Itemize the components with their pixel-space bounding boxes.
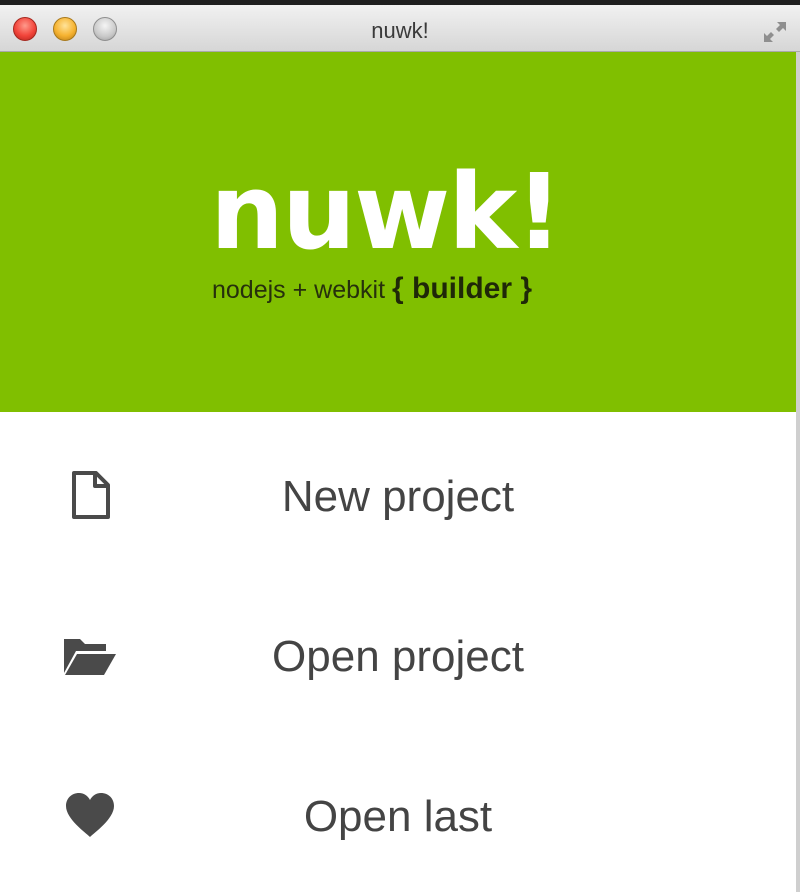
open-project-label: Open project	[272, 632, 524, 681]
window-edge	[796, 52, 800, 892]
fullscreen-icon[interactable]	[760, 18, 790, 46]
logo-banner: nuwk! nodejs + webkit { builder }	[0, 52, 796, 412]
new-project-button[interactable]: New project	[0, 420, 796, 570]
open-last-label: Open last	[303, 792, 493, 841]
open-last-button[interactable]: Open last	[0, 740, 796, 890]
title-bar: nuwk!	[0, 0, 800, 52]
new-project-label: New project	[281, 472, 515, 521]
app-window: nuwk! nuwk! nodejs + webkit { builder } …	[0, 0, 800, 892]
logo-wordmark: nuwk!	[210, 151, 563, 273]
tagline-prefix: nodejs + webkit	[212, 276, 386, 304]
window-title: nuwk!	[371, 18, 429, 43]
logo-tagline: nodejs + webkit { builder }	[212, 272, 532, 306]
open-project-button[interactable]: Open project	[0, 580, 796, 730]
tagline-builder: { builder }	[391, 272, 533, 305]
